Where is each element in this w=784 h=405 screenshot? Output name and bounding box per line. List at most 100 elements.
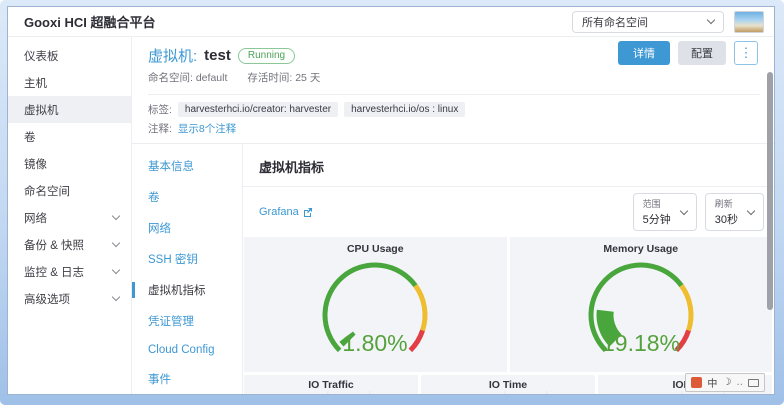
sidebar-item-0[interactable]: 仪表板 — [8, 42, 131, 69]
io-traffic-chart: IO Traffic 5 kB/s4 kB/s3 kB/s — [244, 375, 418, 394]
sidebar-item-label: 仪表板 — [24, 48, 59, 64]
tab-item-4[interactable]: 虚拟机指标 — [132, 282, 242, 298]
show-annotations-link[interactable]: 显示8个注释 — [178, 121, 236, 136]
toolbar-selects: 范围 5分钟 刷新 30秒 — [633, 193, 764, 231]
tag-badge-0: harvesterhci.io/creator: harvester — [178, 102, 338, 117]
chart-title: CPU Usage — [244, 243, 507, 255]
sidebar-item-label: 高级选项 — [24, 291, 70, 307]
resource-type-label: 虚拟机: — [148, 45, 197, 66]
chevron-down-icon — [112, 212, 120, 220]
sidebar-item-7[interactable]: 备份 & 快照 — [8, 231, 131, 258]
tab-item-5[interactable]: 凭证管理 — [132, 313, 242, 329]
tab-item-7[interactable]: 事件 — [132, 371, 242, 387]
kebab-menu-button[interactable]: ⋮ — [734, 41, 758, 65]
app-header: Gooxi HCI 超融合平台 所有命名空间 — [8, 7, 774, 37]
annotations-label: 注释: — [148, 121, 172, 136]
tags-row: 标签: harvesterhci.io/creator: harvester ha… — [132, 95, 774, 117]
refresh-value: 30秒 — [715, 211, 738, 227]
sidebar-item-4[interactable]: 镜像 — [8, 150, 131, 177]
sidebar-item-label: 卷 — [24, 129, 36, 145]
namespace-meta: 命名空间: default — [148, 70, 227, 85]
app-title: Gooxi HCI 超融合平台 — [24, 12, 155, 31]
age-value: 25 天 — [295, 72, 320, 84]
svg-text:2 ms: 2 ms — [441, 393, 459, 394]
chevron-down-icon — [747, 206, 755, 214]
range-select[interactable]: 范围 5分钟 — [633, 193, 697, 231]
sidebar: 仪表板主机虚拟机卷镜像命名空间网络备份 & 快照监控 & 日志高级选项 — [8, 37, 132, 394]
status-badge: Running — [238, 48, 295, 64]
namespace-filter-select[interactable]: 所有命名空间 — [572, 11, 724, 33]
detail-body: 基本信息卷网络SSH 密钥虚拟机指标凭证管理Cloud Config事件迁移 虚… — [132, 143, 774, 394]
tag-badge-1: harvesterhci.io/os : linux — [344, 102, 465, 117]
sidebar-item-label: 命名空间 — [24, 183, 70, 199]
sidebar-item-8[interactable]: 监控 & 日志 — [8, 258, 131, 285]
range-label: 范围 — [643, 197, 671, 210]
action-buttons: 详情 配置 ⋮ — [618, 41, 758, 65]
config-button[interactable]: 配置 — [678, 41, 726, 65]
sidebar-item-1[interactable]: 主机 — [8, 69, 131, 96]
sidebar-item-2[interactable]: 虚拟机 — [8, 96, 131, 123]
chevron-down-icon — [112, 266, 120, 274]
refresh-select[interactable]: 刷新 30秒 — [705, 193, 764, 231]
grafana-link-label: Grafana — [259, 206, 299, 218]
meta-row: 命名空间: default 存活时间: 25 天 — [148, 70, 760, 85]
metrics-title: 虚拟机指标 — [243, 144, 774, 187]
sidebar-item-3[interactable]: 卷 — [8, 123, 131, 150]
svg-text:19.18%: 19.18% — [602, 330, 680, 356]
ime-more-icon[interactable]: ‥ — [736, 377, 743, 388]
tags-label: 标签: — [148, 102, 172, 117]
chart-title: IO Traffic — [244, 379, 418, 391]
main-content: 虚拟机: test Running 命名空间: default 存活时间: 25… — [132, 37, 774, 394]
sidebar-item-9[interactable]: 高级选项 — [8, 285, 131, 312]
details-button[interactable]: 详情 — [618, 41, 670, 65]
tab-item-1[interactable]: 卷 — [132, 189, 242, 205]
age-meta: 存活时间: 25 天 — [247, 70, 320, 85]
sidebar-item-label: 虚拟机 — [24, 102, 59, 118]
namespace-value: default — [196, 72, 228, 84]
ime-logo-icon[interactable] — [691, 377, 702, 388]
ime-toolbar[interactable]: 中 ☽ ‥ — [685, 373, 765, 392]
metrics-panel: 虚拟机指标 Grafana — [242, 144, 774, 394]
app-body: 仪表板主机虚拟机卷镜像命名空间网络备份 & 快照监控 & 日志高级选项 虚拟机:… — [8, 37, 774, 394]
tab-item-0[interactable]: 基本信息 — [132, 158, 242, 174]
range-value: 5分钟 — [643, 211, 671, 227]
chevron-down-icon — [707, 16, 715, 24]
header-right: 所有命名空间 — [572, 11, 764, 33]
sidebar-item-label: 主机 — [24, 75, 47, 91]
sidebar-item-label: 网络 — [24, 210, 47, 226]
namespace-filter-value: 所有命名空间 — [582, 14, 648, 30]
cpu-usage-gauge: CPU Usage 1.80% — [244, 237, 507, 372]
annotations-row: 注释: 显示8个注释 — [132, 117, 774, 143]
metrics-toolbar: Grafana 范围 5分钟 — [243, 187, 774, 237]
sidebar-item-label: 监控 & 日志 — [24, 264, 84, 280]
gauge-row: CPU Usage 1.80% Memory Usage 19.18% — [244, 237, 772, 372]
window-frame: Gooxi HCI 超融合平台 所有命名空间 仪表板主机虚拟机卷镜像命名空间网络… — [0, 0, 784, 405]
divider — [148, 94, 760, 95]
detail-header: 虚拟机: test Running 命名空间: default 存活时间: 25… — [132, 37, 774, 95]
chevron-down-icon — [112, 293, 120, 301]
svg-text:5 kB/s: 5 kB/s — [258, 393, 281, 394]
tab-item-2[interactable]: 网络 — [132, 220, 242, 236]
ime-keyboard-icon[interactable] — [748, 379, 759, 387]
chart-title: Memory Usage — [510, 243, 773, 255]
ime-moon-icon[interactable]: ☽ — [722, 377, 731, 388]
refresh-label: 刷新 — [715, 197, 738, 210]
tab-item-6[interactable]: Cloud Config — [132, 344, 242, 356]
sidebar-item-label: 备份 & 快照 — [24, 237, 84, 253]
svg-text:0.400 io/s: 0.400 io/s — [599, 393, 635, 394]
tab-item-3[interactable]: SSH 密钥 — [132, 251, 242, 267]
external-link-icon — [303, 207, 313, 217]
memory-usage-gauge: Memory Usage 19.18% — [510, 237, 773, 372]
chevron-down-icon — [680, 206, 688, 214]
vertical-scrollbar[interactable] — [767, 72, 773, 310]
sidebar-item-label: 镜像 — [24, 156, 47, 172]
charts-area: CPU Usage 1.80% Memory Usage 19.18% — [243, 237, 774, 394]
avatar[interactable] — [734, 11, 764, 33]
ime-mode-indicator[interactable]: 中 — [707, 375, 717, 390]
sidebar-item-6[interactable]: 网络 — [8, 204, 131, 231]
detail-tab-nav: 基本信息卷网络SSH 密钥虚拟机指标凭证管理Cloud Config事件迁移 — [132, 144, 242, 394]
age-label: 存活时间: — [247, 72, 292, 84]
svg-text:1.80%: 1.80% — [343, 330, 408, 356]
grafana-link[interactable]: Grafana — [259, 206, 313, 218]
sidebar-item-5[interactable]: 命名空间 — [8, 177, 131, 204]
